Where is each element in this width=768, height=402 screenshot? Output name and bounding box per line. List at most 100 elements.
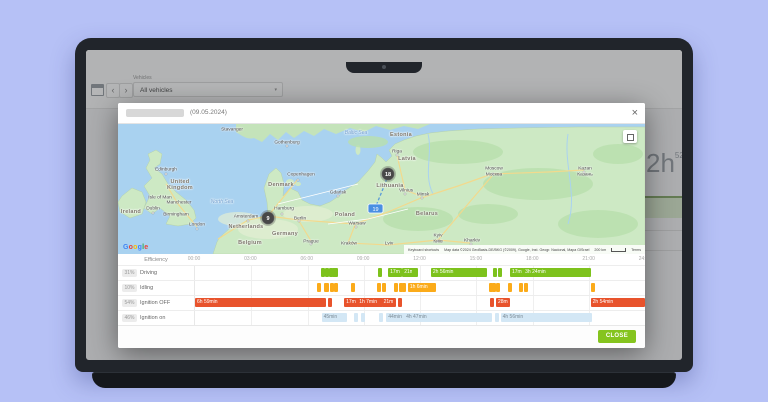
efficiency-percent-badge: 46%	[122, 314, 137, 322]
timeline-bar[interactable]	[351, 283, 355, 292]
timeline-bar[interactable]	[402, 283, 406, 292]
efficiency-percent-badge: 54%	[122, 299, 137, 307]
timeline-bar[interactable]: 17m	[344, 298, 358, 307]
timeline-bar[interactable]	[508, 283, 512, 292]
timeline-bar[interactable]	[324, 283, 329, 292]
timeline-bar[interactable]	[382, 283, 386, 292]
row-label: 31%Driving	[118, 266, 194, 280]
gridline	[308, 311, 309, 325]
map-data-text: Map data ©2024 GeoBasis-DE/BKG (©2009), …	[444, 248, 589, 252]
axis-tick: 24:00	[639, 256, 645, 262]
gridline	[589, 281, 590, 295]
timeline-plot: 45min44min4h 47min4h 56min	[194, 311, 645, 325]
timeline-bar[interactable]	[361, 313, 365, 322]
efficiency-header: Efficiency	[118, 254, 194, 265]
close-button[interactable]: CLOSE	[598, 330, 636, 343]
laptop-base	[92, 372, 676, 388]
timeline-bar[interactable]: 4h 56min	[501, 313, 593, 322]
map-label-city: Stavanger	[221, 128, 243, 133]
map-label-city: Minsk	[417, 193, 430, 198]
row-name: Idling	[140, 285, 153, 291]
timeline-bar[interactable]	[321, 268, 325, 277]
timeline-bar[interactable]	[398, 298, 402, 307]
map-label-country: Belgium	[238, 240, 262, 246]
route-map[interactable]: 19 9 18 StavangerGothenburgBaltic SeaNor…	[118, 124, 645, 254]
efficiency-percent-badge: 31%	[122, 269, 137, 277]
timeline-bar[interactable]: 6h 59min	[195, 298, 326, 307]
timeline-bar[interactable]	[317, 283, 321, 292]
map-label-city: Riga	[392, 150, 402, 155]
timeline-bar[interactable]	[493, 268, 497, 277]
timeline-bar[interactable]	[377, 283, 381, 292]
timeline-bar[interactable]: 1h 6min	[408, 283, 436, 292]
map-label-city: Berlin	[294, 217, 306, 222]
timeline-bar[interactable]	[490, 298, 494, 307]
gridline	[251, 266, 252, 280]
timeline-row: 46%Ignition on45min44min4h 47min4h 56min	[118, 310, 645, 325]
map-label-country: Belarus	[416, 211, 438, 217]
axis-tick: 00:00	[188, 256, 201, 262]
timeline-bar[interactable]: 4h 47min	[404, 313, 492, 322]
timeline-plot: 1h 6min	[194, 281, 645, 295]
vehicle-day-modal: (09.05.2024) ×	[118, 103, 645, 348]
timeline-bar[interactable]	[328, 298, 332, 307]
timeline-bar[interactable]	[414, 268, 418, 277]
axis-tick: 21:00	[582, 256, 595, 262]
timeline-bar[interactable]: 2h 54min	[591, 298, 645, 307]
timeline-bar[interactable]	[495, 313, 499, 322]
timeline-bar[interactable]	[519, 283, 523, 292]
timeline-bar[interactable]: 17m	[510, 268, 524, 277]
laptop-screen: ‹ › Vehicles All vehicles ▾ average dail…	[86, 50, 682, 360]
map-label-city: Gothenburg	[274, 141, 299, 146]
gridline	[533, 296, 534, 310]
timeline-bar[interactable]: 28m	[496, 298, 510, 307]
gridline	[251, 311, 252, 325]
timeline-bar[interactable]: 17m	[388, 268, 402, 277]
terms-link[interactable]: Terms	[631, 248, 641, 252]
map-label-country: Denmark	[268, 182, 294, 188]
timeline-bar[interactable]: 21m	[382, 298, 396, 307]
timeline-plot: 6h 59min 17m1h 7min21m 28m 2h 54min	[194, 296, 645, 310]
timeline-bar[interactable]	[524, 283, 528, 292]
timeline-bar[interactable]: 1h 7min	[357, 298, 383, 307]
map-label-city: Moscow	[485, 167, 503, 172]
map-label-city: Москва	[486, 173, 502, 178]
page: { "app": { "header": { "vehicles_label":…	[0, 0, 768, 402]
gridline	[308, 266, 309, 280]
google-logo-letter: e	[144, 244, 148, 251]
fullscreen-icon[interactable]	[623, 130, 637, 143]
map-scale-text: 200 km	[594, 248, 606, 252]
timeline-row: 10%Idling1h 6min	[118, 280, 645, 295]
axis-tick: 12:00	[413, 256, 426, 262]
map-label-city: Edinburgh	[155, 168, 177, 173]
timeline-bar[interactable]	[394, 283, 398, 292]
close-icon[interactable]: ×	[632, 106, 638, 120]
timeline-bar[interactable]: 3h 24min	[523, 268, 591, 277]
timeline-bar[interactable]: 2h 56min	[431, 268, 487, 277]
timeline-bar[interactable]	[498, 268, 502, 277]
gridline	[420, 266, 421, 280]
timeline-bar[interactable]	[378, 268, 382, 277]
timeline-bar[interactable]	[496, 283, 500, 292]
gridline	[476, 296, 477, 310]
map-labels: StavangerGothenburgBaltic SeaNorth SeaEd…	[118, 124, 645, 254]
timeline-bar[interactable]	[332, 268, 337, 277]
timeline-bar[interactable]	[379, 313, 383, 322]
gridline	[589, 296, 590, 310]
map-label-city: Казань	[577, 173, 592, 178]
map-label-sea: Baltic Sea	[345, 130, 368, 136]
timeline-bar[interactable]	[334, 283, 338, 292]
timeline-row: 31%Driving17m21m2h 56min17m3h 24min	[118, 265, 645, 280]
vehicle-name-redacted	[126, 109, 184, 117]
map-label-city: Manchester	[166, 201, 191, 206]
timeline-bar[interactable]: 45min	[322, 313, 347, 322]
map-label-country: Ireland	[121, 209, 141, 215]
keyboard-shortcuts-link[interactable]: Keyboard shortcuts	[408, 248, 439, 252]
timeline-bar[interactable]	[591, 283, 595, 292]
map-label-city: Kharkiv	[464, 239, 480, 244]
row-name: Driving	[140, 270, 157, 276]
timeline-bar[interactable]	[354, 313, 358, 322]
map-label-country: Kingdom	[167, 185, 193, 191]
row-name: Ignition on	[140, 315, 165, 321]
map-label-city: Kraków	[341, 242, 357, 247]
